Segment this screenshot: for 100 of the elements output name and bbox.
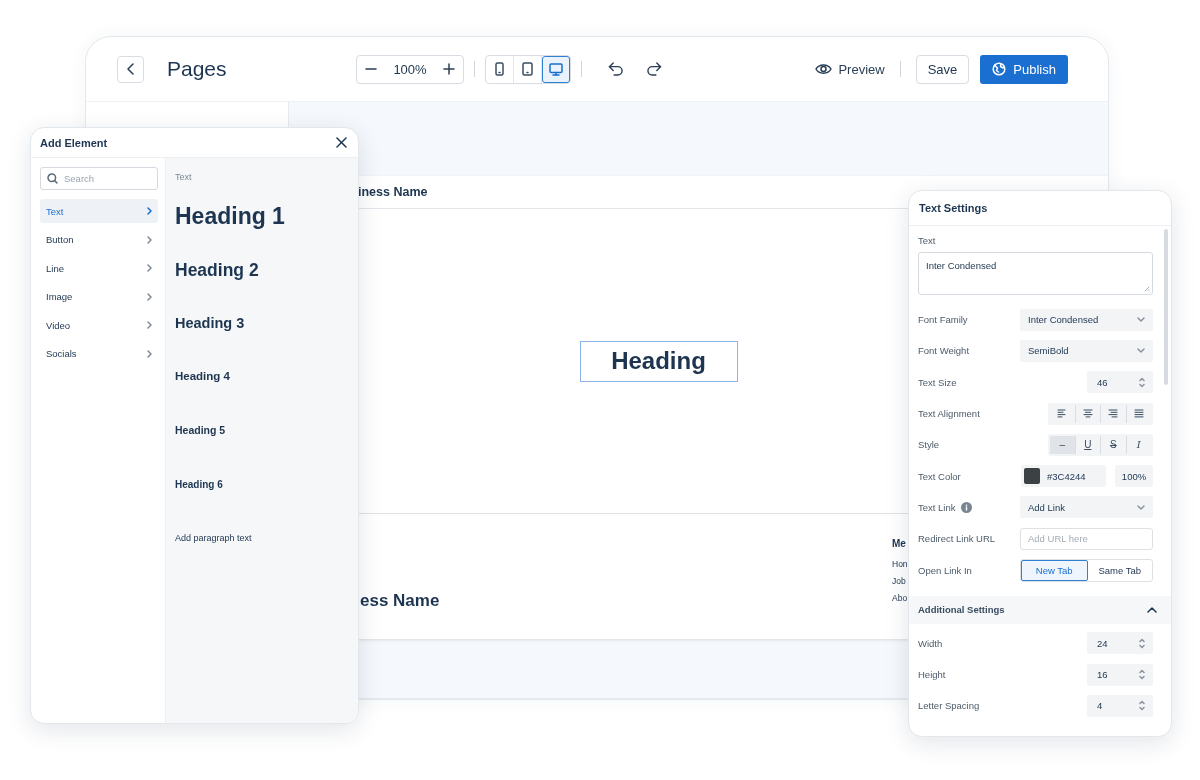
heading-option[interactable]: Heading 4: [175, 352, 230, 399]
stepper-icon: [1139, 376, 1145, 388]
undo-button[interactable]: [607, 62, 624, 76]
field-label: Text Color: [918, 470, 961, 482]
panel-title: Add Element: [40, 136, 108, 149]
section-label: Text: [175, 172, 192, 184]
business-name: iness Name: [358, 185, 428, 199]
scrollbar[interactable]: [1164, 229, 1168, 385]
chevron-right-icon: [147, 349, 152, 358]
chevron-down-icon: [1137, 317, 1145, 323]
publish-button[interactable]: Publish: [980, 54, 1068, 84]
opacity-field[interactable]: 100%: [1115, 465, 1153, 488]
resize-grip-icon: [1144, 286, 1150, 292]
stepper-icon: [1139, 700, 1145, 712]
zoom-level: 100%: [393, 61, 427, 77]
field-label: Text Link: [918, 501, 956, 513]
dropdown[interactable]: Add Link: [1020, 496, 1153, 519]
stepper-icon: [1139, 637, 1145, 649]
redo-button[interactable]: [645, 62, 662, 76]
chevron-right-icon: [147, 321, 152, 329]
heading-option[interactable]: Heading 3: [175, 294, 245, 352]
menu-heading: Me: [892, 538, 906, 549]
zoom-control[interactable]: 100%: [356, 54, 464, 84]
heading-option[interactable]: Heading 1: [175, 186, 285, 246]
chevron-right-icon: [147, 292, 152, 301]
section-header[interactable]: Additional Settings: [909, 595, 1171, 624]
save-button[interactable]: Save: [915, 54, 970, 84]
heading-option[interactable]: Heading 6: [175, 461, 223, 507]
monitor-icon: [548, 62, 563, 76]
business-name: ess Name: [360, 591, 440, 611]
chevron-down-icon: [1137, 504, 1145, 510]
back-icon: [126, 63, 135, 75]
menu-link[interactable]: Abo: [892, 593, 908, 603]
heading-option[interactable]: Heading 5: [175, 399, 226, 461]
field-label: Height: [918, 669, 946, 681]
field-label: Style: [918, 439, 940, 451]
tab-option-button[interactable]: Same Tab: [1087, 559, 1152, 581]
number-field[interactable]: 46: [1087, 371, 1153, 394]
align-center-icon: [1082, 409, 1093, 419]
menu-link[interactable]: Job: [892, 576, 906, 586]
page-title: Pages: [167, 57, 227, 81]
desktop-view-button[interactable]: [541, 55, 570, 83]
url-field[interactable]: Add URL here: [1020, 527, 1153, 550]
back-button[interactable]: [117, 55, 144, 83]
heading-element[interactable]: Heading: [579, 340, 738, 382]
field-label: Text: [918, 235, 937, 246]
stepper-icon: [1139, 669, 1145, 681]
text-area[interactable]: Inter Condensed: [918, 252, 1153, 295]
field-label: Font Weight: [918, 345, 970, 357]
menu-link[interactable]: Hon: [892, 559, 908, 569]
chevron-up-icon: [1147, 606, 1157, 613]
close-icon: [336, 137, 347, 148]
tablet-icon: [521, 62, 533, 76]
tab-option-button[interactable]: New Tab: [1021, 559, 1088, 581]
panel-title: Text Settings: [919, 202, 988, 214]
close-button[interactable]: [336, 137, 347, 148]
align-left-icon: [1057, 409, 1068, 419]
field-label: Width: [918, 637, 943, 649]
color-swatch[interactable]: [1024, 468, 1040, 485]
italic-style-button[interactable]: I: [1126, 435, 1151, 454]
minus-icon: [365, 68, 378, 70]
chevron-right-icon: [147, 235, 152, 244]
phone-icon: [494, 62, 504, 76]
category-item[interactable]: Image: [40, 284, 158, 309]
heading-option[interactable]: Heading 2: [175, 246, 259, 294]
undo-icon: [607, 62, 624, 76]
none-style-button[interactable]: –: [1050, 435, 1076, 454]
redo-icon: [645, 62, 662, 76]
field-label: Open Link In: [918, 564, 972, 576]
dropdown[interactable]: SemiBold: [1020, 339, 1153, 362]
align-right-icon: [1108, 409, 1119, 419]
category-item[interactable]: Text: [40, 199, 158, 223]
globe-icon: [992, 62, 1007, 76]
color-field[interactable]: #3C4244: [1021, 465, 1106, 488]
number-field[interactable]: 16: [1087, 663, 1153, 686]
search-icon: [47, 173, 58, 184]
field-label: Font Family: [918, 314, 968, 326]
dropdown[interactable]: Inter Condensed: [1020, 308, 1153, 331]
field-label: Text Alignment: [918, 408, 980, 420]
number-field[interactable]: 4: [1087, 694, 1153, 717]
chevron-down-icon: [1137, 348, 1145, 354]
align-justify-icon: [1133, 409, 1144, 419]
category-item[interactable]: Video: [40, 313, 158, 337]
category-item[interactable]: Line: [40, 256, 158, 280]
category-item[interactable]: Socials: [40, 341, 158, 366]
number-field[interactable]: 24: [1087, 632, 1153, 655]
plus-icon: [442, 63, 455, 75]
field-label: Redirect Link URL: [918, 533, 996, 545]
eye-icon: [815, 63, 833, 75]
search-field[interactable]: Search: [40, 167, 158, 190]
strike-style-button[interactable]: S: [1101, 435, 1127, 454]
collapse-button[interactable]: [1147, 606, 1157, 613]
category-item[interactable]: Button: [40, 227, 158, 252]
preview-button[interactable]: Preview: [815, 61, 885, 77]
chevron-right-icon: [147, 207, 152, 215]
chevron-right-icon: [147, 264, 152, 272]
field-label: Letter Spacing: [918, 700, 980, 712]
underline-style-button[interactable]: U: [1075, 435, 1101, 454]
paragraph-option[interactable]: Add paragraph text: [175, 507, 252, 569]
field-label: Text Size: [918, 376, 957, 388]
